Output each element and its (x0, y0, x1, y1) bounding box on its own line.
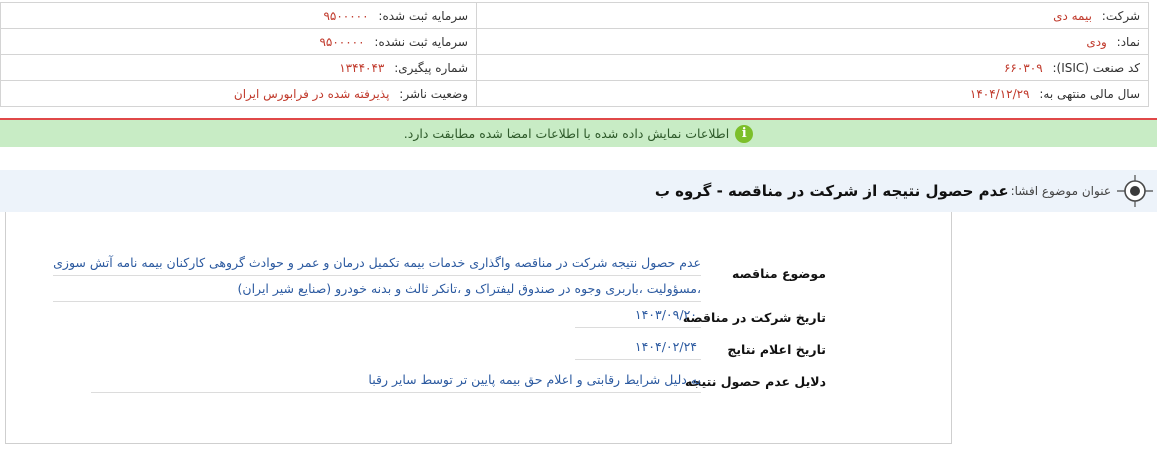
results-date-text: ۱۴۰۴/۰۲/۲۴ (575, 334, 701, 360)
tender-subject-line: ،مسؤولیت ،باربری وجوه در صندوق لیفتراک و… (53, 276, 701, 302)
fiscal-year-label: سال مالی منتهی به: (1039, 86, 1140, 101)
company-info-table: شرکت: بیمه دی سرمایه ثبت شده: ۹۵۰۰۰۰۰ نم… (0, 2, 1149, 107)
tracking-label: شماره پیگیری: (394, 60, 468, 75)
subject-title: عدم حصول نتیجه از شرکت در مناقصه - گروه … (654, 182, 1009, 200)
publisher-status-label: وضعیت ناشر: (399, 86, 468, 101)
registered-capital-cell: سرمایه ثبت شده: ۹۵۰۰۰۰۰ (0, 2, 477, 29)
participation-date-text: ۱۴۰۳/۰۹/۲۰ (575, 302, 701, 328)
reasons-value: به دلیل شرایط رقابتی و اعلام حق بیمه پای… (91, 367, 701, 393)
tracking-cell: شماره پیگیری: ۱۳۴۴۰۴۳ (0, 54, 477, 81)
tracking-value: ۱۳۴۴۰۴۳ (339, 60, 385, 75)
fiscal-year-cell: سال مالی منتهی به: ۱۴۰۴/۱۲/۲۹ (476, 80, 1149, 107)
company-value: بیمه دی (1053, 8, 1092, 23)
isic-value: ۶۶۰۳۰۹ (1003, 60, 1043, 75)
tender-subject-value: عدم حصول نتیجه شرکت در مناقصه واگذاری خد… (53, 250, 701, 302)
notice-text: اطلاعات نمایش داده شده با اطلاعات امضا ش… (403, 126, 730, 141)
symbol-value[interactable]: ودی (1086, 35, 1107, 49)
symbol-label: نماد: (1116, 34, 1140, 49)
notice-content: i اطلاعات نمایش داده شده با اطلاعات امضا… (403, 124, 754, 143)
participation-date-label: تاریخ شرکت در مناقصه (682, 310, 826, 325)
registered-capital-value: ۹۵۰۰۰۰۰ (323, 8, 369, 23)
info-row: سال مالی منتهی به: ۱۴۰۴/۱۲/۲۹ وضعیت ناشر… (0, 80, 1149, 107)
tender-details-panel: موضوع مناقصه عدم حصول نتیجه شرکت در مناق… (5, 212, 952, 444)
unregistered-capital-value: ۹۵۰۰۰۰۰ (319, 34, 365, 49)
results-date-label: تاریخ اعلام نتایج (727, 342, 826, 357)
symbol-cell: نماد: ودی (476, 28, 1149, 55)
publisher-status-value: پذیرفته شده در فرابورس ایران (233, 86, 390, 101)
publisher-status-cell: وضعیت ناشر: پذیرفته شده در فرابورس ایران (0, 80, 477, 107)
reasons-text: به دلیل شرایط رقابتی و اعلام حق بیمه پای… (91, 367, 701, 393)
unregistered-capital-cell: سرمایه ثبت نشده: ۹۵۰۰۰۰۰ (0, 28, 477, 55)
info-icon: i (735, 124, 754, 143)
info-row: نماد: ودی سرمایه ثبت نشده: ۹۵۰۰۰۰۰ (0, 28, 1149, 55)
registered-capital-label: سرمایه ثبت شده: (378, 8, 468, 23)
company-label: شرکت: (1101, 8, 1140, 23)
isic-label: کد صنعت (ISIC): (1052, 60, 1140, 75)
unregistered-capital-label: سرمایه ثبت نشده: (374, 34, 468, 49)
target-icon (1117, 175, 1153, 207)
info-row: کد صنعت (ISIC): ۶۶۰۳۰۹ شماره پیگیری: ۱۳۴… (0, 54, 1149, 81)
company-cell: شرکت: بیمه دی (476, 2, 1149, 29)
results-date-value: ۱۴۰۴/۰۲/۲۴ (575, 334, 701, 360)
subject-bar: عنوان موضوع افشا: عدم حصول نتیجه از شرکت… (0, 170, 1157, 212)
tender-subject-label: موضوع مناقصه (731, 266, 826, 281)
reasons-label: دلایل عدم حصول نتیجه (684, 374, 826, 389)
isic-cell: کد صنعت (ISIC): ۶۶۰۳۰۹ (476, 54, 1149, 81)
info-row: شرکت: بیمه دی سرمایه ثبت شده: ۹۵۰۰۰۰۰ (0, 2, 1149, 29)
tender-subject-line: عدم حصول نتیجه شرکت در مناقصه واگذاری خد… (53, 250, 701, 276)
participation-date-value: ۱۴۰۳/۰۹/۲۰ (575, 302, 701, 328)
fiscal-year-value: ۱۴۰۴/۱۲/۲۹ (969, 86, 1030, 101)
verification-notice: i اطلاعات نمایش داده شده با اطلاعات امضا… (0, 118, 1157, 147)
subject-label: عنوان موضوع افشا: (1010, 184, 1111, 198)
